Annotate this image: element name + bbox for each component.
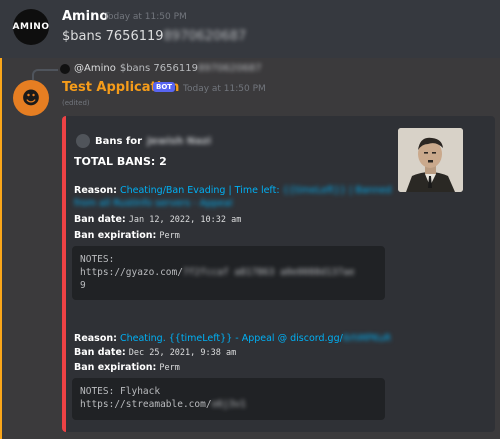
reply-text: $bans 76561198970620687 bbox=[119, 63, 262, 74]
author-icon bbox=[76, 134, 90, 148]
user-avatar[interactable]: AMINO bbox=[13, 9, 49, 45]
username[interactable]: Amino bbox=[62, 9, 108, 24]
edited-label: (edited) bbox=[62, 99, 90, 107]
ban2-reason: Reason: Cheating. {{timeLeft}} - Appeal … bbox=[74, 333, 391, 344]
redacted-text: 6rhMPKuR bbox=[342, 333, 391, 344]
redacted-author: Jewish Nazi bbox=[147, 135, 212, 147]
ban1-date: Ban date: Jan 12, 2022, 10:32 am bbox=[74, 214, 242, 225]
ban2-date: Ban date: Dec 25, 2021, 9:38 am bbox=[74, 347, 237, 358]
reply-preview[interactable]: @Amino $bans 76561198970620687 bbox=[60, 63, 262, 74]
command-text: $bans 7656119 bbox=[62, 29, 164, 44]
reply-username[interactable]: @Amino bbox=[74, 63, 116, 74]
mention-highlight-bar bbox=[0, 58, 2, 439]
embed-title: TOTAL BANS: 2 bbox=[74, 155, 167, 168]
embed-thumbnail[interactable] bbox=[398, 128, 463, 192]
pumpkin-icon[interactable]: ☻ bbox=[13, 80, 49, 116]
message-amino: AMINO Amino Today at 11:50 PM $bans 7656… bbox=[0, 0, 500, 56]
ban2-expiration: Ban expiration: Perm bbox=[74, 362, 180, 373]
reason-link[interactable]: Cheating. {{timeLeft}} - Appeal @ discor… bbox=[120, 333, 343, 344]
bot-badge: BOT bbox=[153, 82, 176, 92]
redacted-text: {{timeLeft}} | Banned bbox=[282, 185, 392, 196]
reply-avatar-icon bbox=[60, 63, 70, 74]
ban1-reason: Reason: Cheating/Ban Evading | Time left… bbox=[74, 185, 392, 196]
message-text: $bans 76561198970620687 bbox=[62, 29, 246, 44]
ban2-notes: NOTES: Flyhack https://streamable.com/o6… bbox=[72, 378, 385, 420]
redacted-text: from all RustInfo servers - Appeal bbox=[74, 198, 233, 209]
embed-author: Bans for Jewish Nazi bbox=[76, 134, 211, 148]
ban1-expiration: Ban expiration: Perm bbox=[74, 230, 180, 241]
reason-link[interactable]: Cheating/Ban Evading | Time left: bbox=[120, 185, 280, 196]
redacted-text: 8970620687 bbox=[163, 29, 247, 44]
timestamp: Today at 11:50 PM bbox=[183, 84, 266, 94]
redacted-text: o6j3v1 bbox=[211, 399, 246, 410]
redacted-text: 7f2fccaf a817863 a0e0088d137ae bbox=[182, 267, 355, 278]
ban1-reason-cont: from all RustInfo servers - Appeal bbox=[74, 197, 232, 210]
timestamp: Today at 11:50 PM bbox=[104, 12, 187, 22]
reply-spine bbox=[32, 69, 58, 80]
ban1-notes: NOTES: https://gyazo.com/7f2fccaf a81786… bbox=[72, 246, 385, 300]
